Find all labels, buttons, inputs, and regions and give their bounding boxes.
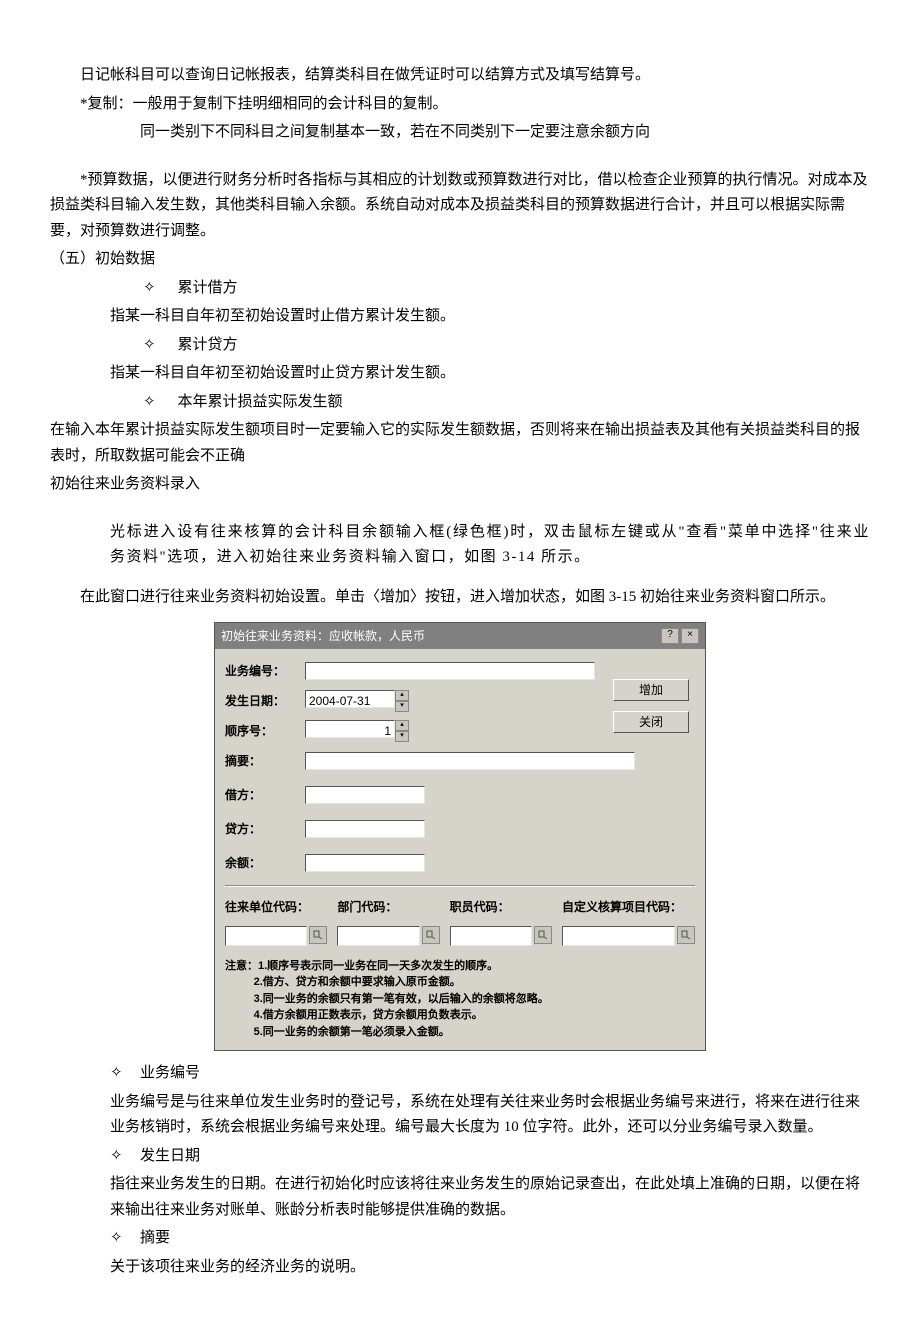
close-icon[interactable]: × — [681, 628, 699, 644]
label-unit-code: 往来单位代码： — [225, 897, 327, 917]
label-seq: 顺序号： — [225, 721, 305, 741]
paragraph: 指某一科目自年初至初始设置时止借方累计发生额。 — [50, 304, 870, 330]
dialog-title-text: 初始往来业务资料：应收帐款，人民币 — [221, 626, 425, 646]
bullet-item: 累计贷方 — [50, 333, 870, 359]
label-summary: 摘要： — [225, 751, 305, 771]
label-date: 发生日期： — [225, 691, 305, 711]
paragraph: 关于该项往来业务的经济业务的说明。 — [50, 1255, 870, 1281]
dialog-initial-business-data: 初始往来业务资料：应收帐款，人民币 ? × 增加 关闭 业务编号： 发生日期： … — [214, 622, 706, 1051]
date-input[interactable]: 2004-07-31 — [305, 690, 395, 708]
paragraph: *复制：一般用于复制下挂明细相同的会计科目的复制。 — [50, 92, 870, 118]
dept-code-input[interactable] — [337, 926, 419, 946]
bullet-item: 业务编号 — [50, 1061, 870, 1087]
bullet-item: 累计借方 — [50, 276, 870, 302]
note-4: 4.借方余额用正数表示，贷方余额用负数表示。 — [225, 1007, 695, 1024]
label-emp-code: 职员代码： — [450, 897, 552, 917]
section-heading: （五）初始数据 — [50, 247, 870, 273]
lookup-icon[interactable] — [677, 926, 695, 944]
notes-block: 注意：1.顺序号表示同一业务在同一天多次发生的顺序。 2.借方、贷方和余额中要求… — [225, 958, 695, 1041]
debit-input[interactable] — [305, 786, 425, 804]
credit-input[interactable] — [305, 820, 425, 838]
note-2: 2.借方、贷方和余额中要求输入原币金额。 — [225, 974, 695, 991]
lookup-icon[interactable] — [422, 926, 440, 944]
emp-code-input[interactable] — [450, 926, 532, 946]
paragraph: 日记帐科目可以查询日记帐报表，结算类科目在做凭证时可以结算方式及填写结算号。 — [50, 63, 870, 89]
close-button[interactable]: 关闭 — [613, 711, 689, 733]
date-spin-up-icon[interactable]: ▴ — [395, 690, 409, 701]
separator — [225, 885, 695, 887]
seq-spin-down-icon[interactable]: ▾ — [395, 731, 409, 742]
label-custom-code: 自定义核算项目代码： — [562, 897, 695, 917]
bullet-item: 摘要 — [50, 1226, 870, 1252]
note-3: 3.同一业务的余额只有第一笔有效，以后输入的余额将忽略。 — [225, 991, 695, 1008]
paragraph: 业务编号是与往来单位发生业务时的登记号，系统在处理有关往来业务时会根据业务编号来… — [50, 1090, 870, 1141]
seq-spin-up-icon[interactable]: ▴ — [395, 720, 409, 731]
note-5: 5.同一业务的余额第一笔必须录入金额。 — [225, 1024, 695, 1041]
note-1: 1.顺序号表示同一业务在同一天多次发生的顺序。 — [258, 960, 498, 972]
date-spin-down-icon[interactable]: ▾ — [395, 701, 409, 712]
bullet-item: 发生日期 — [50, 1144, 870, 1170]
label-debit: 借方： — [225, 785, 305, 805]
paragraph: 光标进入设有往来核算的会计科目余额输入框(绿色框)时，双击鼠标左键或从"查看"菜… — [50, 520, 870, 571]
dialog-titlebar: 初始往来业务资料：应收帐款，人民币 ? × — [215, 623, 705, 649]
balance-input[interactable] — [305, 854, 425, 872]
label-balance: 余额： — [225, 853, 305, 873]
custom-code-input[interactable] — [562, 926, 675, 946]
label-biz-no: 业务编号： — [225, 661, 305, 681]
bullet-item: 本年累计损益实际发生额 — [50, 390, 870, 416]
lookup-icon[interactable] — [309, 926, 327, 944]
paragraph: 同一类别下不同科目之间复制基本一致，若在不同类别下一定要注意余额方向 — [50, 120, 870, 146]
label-credit: 贷方： — [225, 819, 305, 839]
paragraph: 指某一科目自年初至初始设置时止贷方累计发生额。 — [50, 361, 870, 387]
notes-prefix: 注意： — [225, 960, 258, 972]
section-heading: 初始往来业务资料录入 — [50, 472, 870, 498]
paragraph: 在输入本年累计损益实际发生额项目时一定要输入它的实际发生额数据，否则将来在输出损… — [50, 418, 870, 469]
seq-input[interactable]: 1 — [305, 720, 395, 738]
paragraph: 指往来业务发生的日期。在进行初始化时应该将往来业务发生的原始记录查出，在此处填上… — [50, 1172, 870, 1223]
paragraph: 在此窗口进行往来业务资料初始设置。单击〈增加〉按钮，进入增加状态，如图 3-15… — [50, 585, 870, 611]
summary-input[interactable] — [305, 752, 635, 770]
biz-no-input[interactable] — [305, 662, 595, 680]
label-dept-code: 部门代码： — [337, 897, 439, 917]
add-button[interactable]: 增加 — [613, 679, 689, 701]
lookup-icon[interactable] — [534, 926, 552, 944]
help-icon[interactable]: ? — [661, 628, 679, 644]
paragraph: *预算数据，以便进行财务分析时各指标与其相应的计划数或预算数进行对比，借以检查企… — [50, 168, 870, 245]
unit-code-input[interactable] — [225, 926, 307, 946]
